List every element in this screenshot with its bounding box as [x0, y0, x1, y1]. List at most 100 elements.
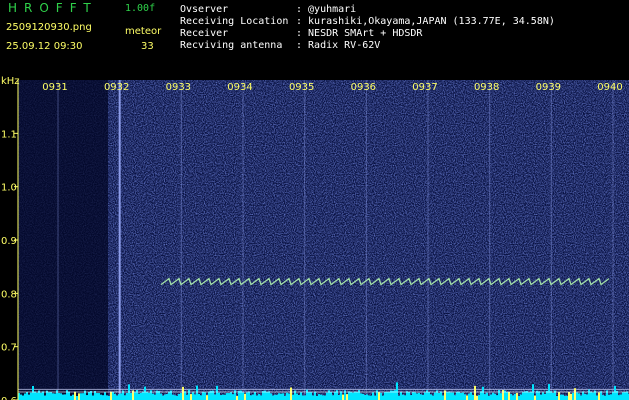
- noise-floor-bar: [168, 391, 170, 400]
- noise-floor-bar: [562, 394, 564, 400]
- noise-floor-bar: [492, 392, 494, 400]
- noise-floor-bar: [544, 393, 546, 400]
- noise-floor-bar: [236, 395, 238, 400]
- noise-floor-bar: [470, 392, 472, 400]
- noise-floor-bar: [246, 392, 248, 400]
- noise-floor-bar: [452, 392, 454, 400]
- noise-floor-bar: [314, 391, 316, 400]
- noise-floor-bar: [62, 394, 64, 400]
- noise-floor-bar: [304, 395, 306, 400]
- noise-floor-bar: [292, 394, 294, 400]
- noise-floor-bar: [24, 393, 26, 400]
- noise-floor-bar: [620, 394, 622, 400]
- noise-floor-bar: [570, 393, 572, 400]
- noise-floor-bar: [140, 392, 142, 400]
- noise-floor-bar: [420, 394, 422, 400]
- noise-floor-bar: [50, 392, 52, 400]
- noise-floor-bar: [364, 395, 366, 400]
- noise-floor-bar: [462, 392, 464, 400]
- noise-floor-bar: [538, 391, 540, 400]
- noise-floor-bar: [82, 393, 84, 400]
- noise-floor-bar: [112, 391, 114, 400]
- noise-floor-bar: [214, 394, 216, 400]
- noise-floor-bar: [228, 393, 230, 400]
- noise-floor-bar: [604, 395, 606, 400]
- noise-floor-bar: [312, 395, 314, 400]
- noise-floor-bar: [388, 392, 390, 400]
- noise-floor-bar: [580, 395, 582, 400]
- noise-floor-bar: [244, 393, 246, 400]
- noise-floor-bar: [204, 392, 206, 400]
- noise-floor-bar: [494, 393, 496, 400]
- noise-floor-bar: [516, 392, 518, 400]
- noise-floor-bar: [414, 392, 416, 400]
- noise-floor-bar: [530, 391, 532, 400]
- time-tick-label: 0936: [351, 82, 376, 93]
- noise-floor-bar: [366, 394, 368, 400]
- noise-floor-bar: [458, 391, 460, 400]
- noise-floor-bar: [362, 393, 364, 400]
- noise-floor-bar: [288, 393, 290, 400]
- noise-floor-bar: [320, 394, 322, 400]
- noise-floor-bar: [474, 385, 476, 400]
- noise-floor-bar: [612, 391, 614, 400]
- noise-floor-bar: [352, 392, 354, 400]
- noise-floor-bar: [58, 393, 60, 400]
- noise-floor-bar: [422, 394, 424, 400]
- noise-floor-bar: [608, 394, 610, 400]
- noise-floor-bar: [184, 391, 186, 400]
- noise-floor-bar: [188, 389, 190, 400]
- noise-floor-bar: [110, 391, 112, 400]
- noise-floor-bar: [356, 391, 358, 400]
- noise-floor-bar: [586, 394, 588, 400]
- noise-floor-bar: [578, 393, 580, 400]
- noise-floor-bar: [416, 393, 418, 400]
- noise-floor-bar: [598, 392, 600, 400]
- noise-floor-bar: [196, 385, 198, 400]
- noise-floor-bar: [316, 395, 318, 400]
- noise-floor-bar: [34, 391, 36, 400]
- noise-floor-bar: [582, 391, 584, 400]
- noise-floor-bar: [272, 395, 274, 400]
- noise-floor-bar: [30, 392, 32, 400]
- noise-floor-bar: [206, 395, 208, 400]
- noise-floor-bar: [198, 393, 200, 400]
- noise-floor-bar: [626, 391, 628, 400]
- noise-floor-bar: [160, 393, 162, 400]
- noise-floor-bar: [614, 386, 616, 400]
- noise-floor-bar: [552, 392, 554, 400]
- noise-floor-bar: [348, 391, 350, 400]
- noise-floor-bar: [528, 392, 530, 400]
- noise-floor-bar: [86, 395, 88, 400]
- time-tick-label: 0934: [227, 82, 252, 93]
- time-tick-label: 0932: [104, 82, 129, 93]
- noise-floor-bar: [80, 393, 82, 400]
- noise-floor-bar: [284, 395, 286, 400]
- noise-floor-bar: [350, 391, 352, 400]
- noise-floor-bar: [274, 394, 276, 400]
- noise-floor-bar: [116, 395, 118, 400]
- noise-floor-bar: [406, 391, 408, 400]
- noise-floor-bar: [600, 391, 602, 400]
- noise-floor-bar: [456, 391, 458, 400]
- noise-floor-bar: [108, 395, 110, 400]
- noise-floor-bar: [624, 392, 626, 400]
- noise-floor-bar: [342, 394, 344, 400]
- noise-floor-bar: [524, 391, 526, 400]
- noise-floor-bar: [114, 393, 116, 400]
- noise-floor-bar: [102, 395, 104, 400]
- noise-floor-bar: [454, 395, 456, 400]
- noise-floor-bar: [556, 395, 558, 400]
- noise-floor-bar: [216, 385, 218, 400]
- noise-floor-bar: [104, 392, 106, 400]
- noise-floor-bar: [250, 395, 252, 400]
- noise-floor-bar: [70, 395, 72, 400]
- noise-floor-bar: [324, 395, 326, 400]
- noise-floor-bar: [194, 394, 196, 400]
- noise-floor-bar: [464, 394, 466, 400]
- noise-floor-bar: [60, 393, 62, 400]
- noise-floor-bar: [540, 394, 542, 400]
- noise-floor-bar: [408, 391, 410, 400]
- noise-floor-bar: [260, 395, 262, 400]
- noise-floor-bar: [266, 391, 268, 400]
